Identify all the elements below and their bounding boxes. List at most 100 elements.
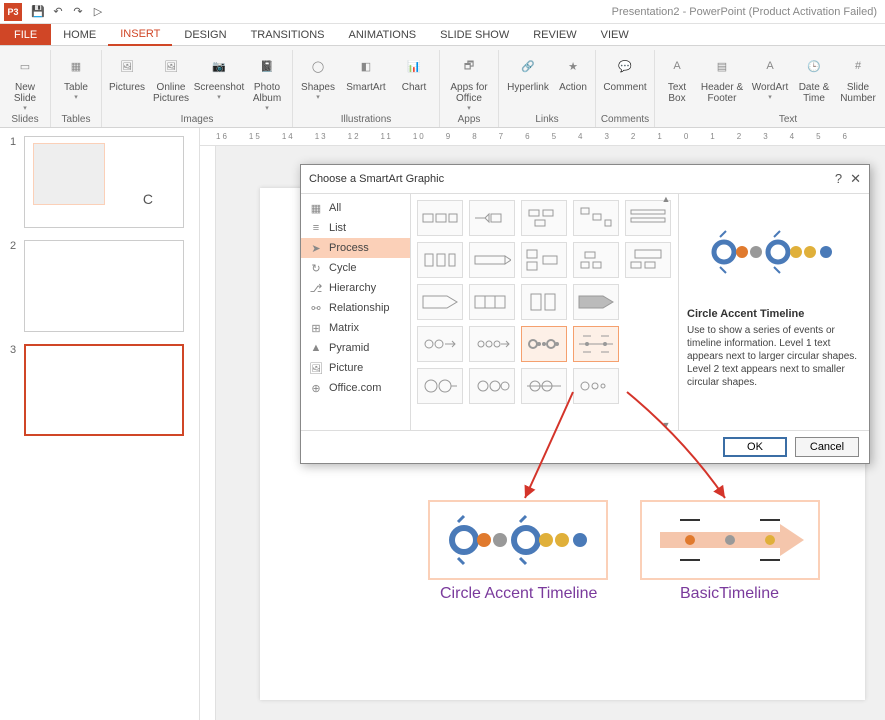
tab-home[interactable]: HOME — [51, 24, 108, 45]
screenshot-icon: 📷 — [205, 52, 233, 80]
cat-list[interactable]: ≡List — [301, 218, 410, 238]
group-images-label: Images — [106, 112, 288, 127]
header-footer-button[interactable]: ▤Header & Footer — [697, 50, 747, 112]
smartart-cell[interactable] — [469, 284, 515, 320]
tab-file[interactable]: FILE — [0, 24, 51, 45]
comment-icon: 💬 — [611, 52, 639, 80]
caret-icon: ▾ — [74, 93, 78, 101]
smartart-cell[interactable] — [573, 242, 619, 278]
textbox-button[interactable]: AText Box — [659, 50, 695, 112]
smartart-button[interactable]: ◧SmartArt — [341, 50, 391, 112]
smartart-cell[interactable] — [469, 326, 515, 362]
smartart-cell-basic-timeline[interactable] — [573, 326, 619, 362]
smartart-cell[interactable] — [417, 368, 463, 404]
save-icon[interactable]: 💾 — [30, 4, 46, 20]
dialog-titlebar[interactable]: Choose a SmartArt Graphic ? ✕ — [301, 165, 869, 193]
tab-insert[interactable]: INSERT — [108, 24, 172, 46]
online-pictures-button[interactable]: 🖼Online Pictures — [150, 50, 192, 112]
slidenumber-button[interactable]: #Slide Number — [837, 50, 879, 112]
cancel-button[interactable]: Cancel — [795, 437, 859, 457]
screenshot-button[interactable]: 📷Screenshot▾ — [194, 50, 244, 112]
slidenumber-icon: # — [844, 52, 872, 80]
cat-all[interactable]: ▦All — [301, 198, 410, 218]
smartart-cell[interactable] — [521, 284, 567, 320]
smartart-cell[interactable] — [521, 200, 567, 236]
redo-icon[interactable]: ↷ — [70, 4, 86, 20]
preview-graphic — [687, 202, 861, 302]
online-pictures-label: Online Pictures — [150, 82, 192, 104]
cat-relationship[interactable]: ⚯Relationship — [301, 298, 410, 318]
help-icon[interactable]: ? — [835, 171, 842, 187]
hierarchy-icon: ⎇ — [309, 281, 323, 295]
group-comments: 💬Comment Comments — [596, 50, 655, 127]
all-icon: ▦ — [309, 201, 323, 215]
preview-title: Circle Accent Timeline — [687, 308, 861, 320]
smartart-cell[interactable] — [469, 242, 515, 278]
smartart-cell[interactable] — [521, 242, 567, 278]
tab-animations[interactable]: ANIMATIONS — [337, 24, 429, 45]
apps-button[interactable]: 🗗Apps for Office▾ — [444, 50, 494, 112]
tab-review[interactable]: REVIEW — [521, 24, 588, 45]
undo-icon[interactable]: ↶ — [50, 4, 66, 20]
smartart-cell[interactable] — [469, 200, 515, 236]
datetime-button[interactable]: 🕒Date & Time — [793, 50, 835, 112]
new-slide-label: New Slide — [4, 82, 46, 104]
slide-num-1: 1 — [10, 136, 24, 228]
picture-icon: 🖼 — [309, 361, 323, 375]
shapes-button[interactable]: ◯Shapes▾ — [297, 50, 339, 112]
cat-matrix[interactable]: ⊞Matrix — [301, 318, 410, 338]
hyperlink-button[interactable]: 🔗Hyperlink — [503, 50, 553, 112]
chart-icon: 📊 — [400, 52, 428, 80]
smartart-cell[interactable] — [469, 368, 515, 404]
group-comments-label: Comments — [600, 112, 650, 127]
callout-basic-label: BasicTimeline — [680, 585, 779, 603]
slide-panel[interactable]: 1 2 3 — [0, 128, 200, 720]
tab-design[interactable]: DESIGN — [172, 24, 238, 45]
cat-picture[interactable]: 🖼Picture — [301, 358, 410, 378]
group-illustrations-label: Illustrations — [297, 112, 435, 127]
annotation-arrow-1 — [565, 390, 625, 513]
preview-desc: Use to show a series of events or timeli… — [687, 324, 861, 389]
shapes-icon: ◯ — [304, 52, 332, 80]
smartart-cell-circle-accent[interactable] — [521, 326, 567, 362]
cat-office[interactable]: ⊕Office.com — [301, 378, 410, 398]
cat-hierarchy[interactable]: ⎇Hierarchy — [301, 278, 410, 298]
cat-process[interactable]: ➤Process — [301, 238, 410, 258]
table-button[interactable]: ▦ Table ▾ — [55, 50, 97, 112]
start-slideshow-icon[interactable]: ▷ — [90, 4, 106, 20]
photo-album-button[interactable]: 📓Photo Album▾ — [246, 50, 288, 112]
tab-view[interactable]: VIEW — [589, 24, 641, 45]
close-icon[interactable]: ✕ — [850, 171, 861, 187]
smartart-cell[interactable] — [573, 200, 619, 236]
callout-circle-accent — [428, 500, 608, 580]
slide-thumb-3[interactable]: 3 — [10, 344, 189, 436]
smartart-cell[interactable] — [417, 326, 463, 362]
action-button[interactable]: ★Action — [555, 50, 591, 112]
pictures-label: Pictures — [109, 82, 145, 93]
pictures-button[interactable]: 🖼Pictures — [106, 50, 148, 112]
object-button[interactable]: ▢Object — [881, 50, 885, 112]
comment-button[interactable]: 💬Comment — [600, 50, 650, 112]
tab-slideshow[interactable]: SLIDE SHOW — [428, 24, 521, 45]
new-slide-button[interactable]: ▭ New Slide ▾ — [4, 50, 46, 112]
chart-button[interactable]: 📊Chart — [393, 50, 435, 112]
cat-pyramid[interactable]: ▲Pyramid — [301, 338, 410, 358]
wordart-button[interactable]: AWordArt▾ — [749, 50, 791, 112]
smartart-cell[interactable] — [573, 284, 619, 320]
slide-preview-3 — [24, 344, 184, 436]
photo-album-label: Photo Album — [246, 82, 288, 104]
slide-num-2: 2 — [10, 240, 24, 332]
tab-transitions[interactable]: TRANSITIONS — [239, 24, 337, 45]
callout-circle-label: Circle Accent Timeline — [440, 585, 597, 603]
group-apps: 🗗Apps for Office▾ Apps — [440, 50, 499, 127]
matrix-icon: ⊞ — [309, 321, 323, 335]
smartart-cell[interactable] — [417, 200, 463, 236]
slide-thumb-1[interactable]: 1 — [10, 136, 189, 228]
group-tables: ▦ Table ▾ Tables — [51, 50, 102, 127]
shapes-label: Shapes — [301, 82, 335, 93]
slide-thumb-2[interactable]: 2 — [10, 240, 189, 332]
smartart-cell[interactable] — [417, 242, 463, 278]
smartart-cell[interactable] — [417, 284, 463, 320]
smartart-cell[interactable] — [521, 368, 567, 404]
cat-cycle[interactable]: ↻Cycle — [301, 258, 410, 278]
